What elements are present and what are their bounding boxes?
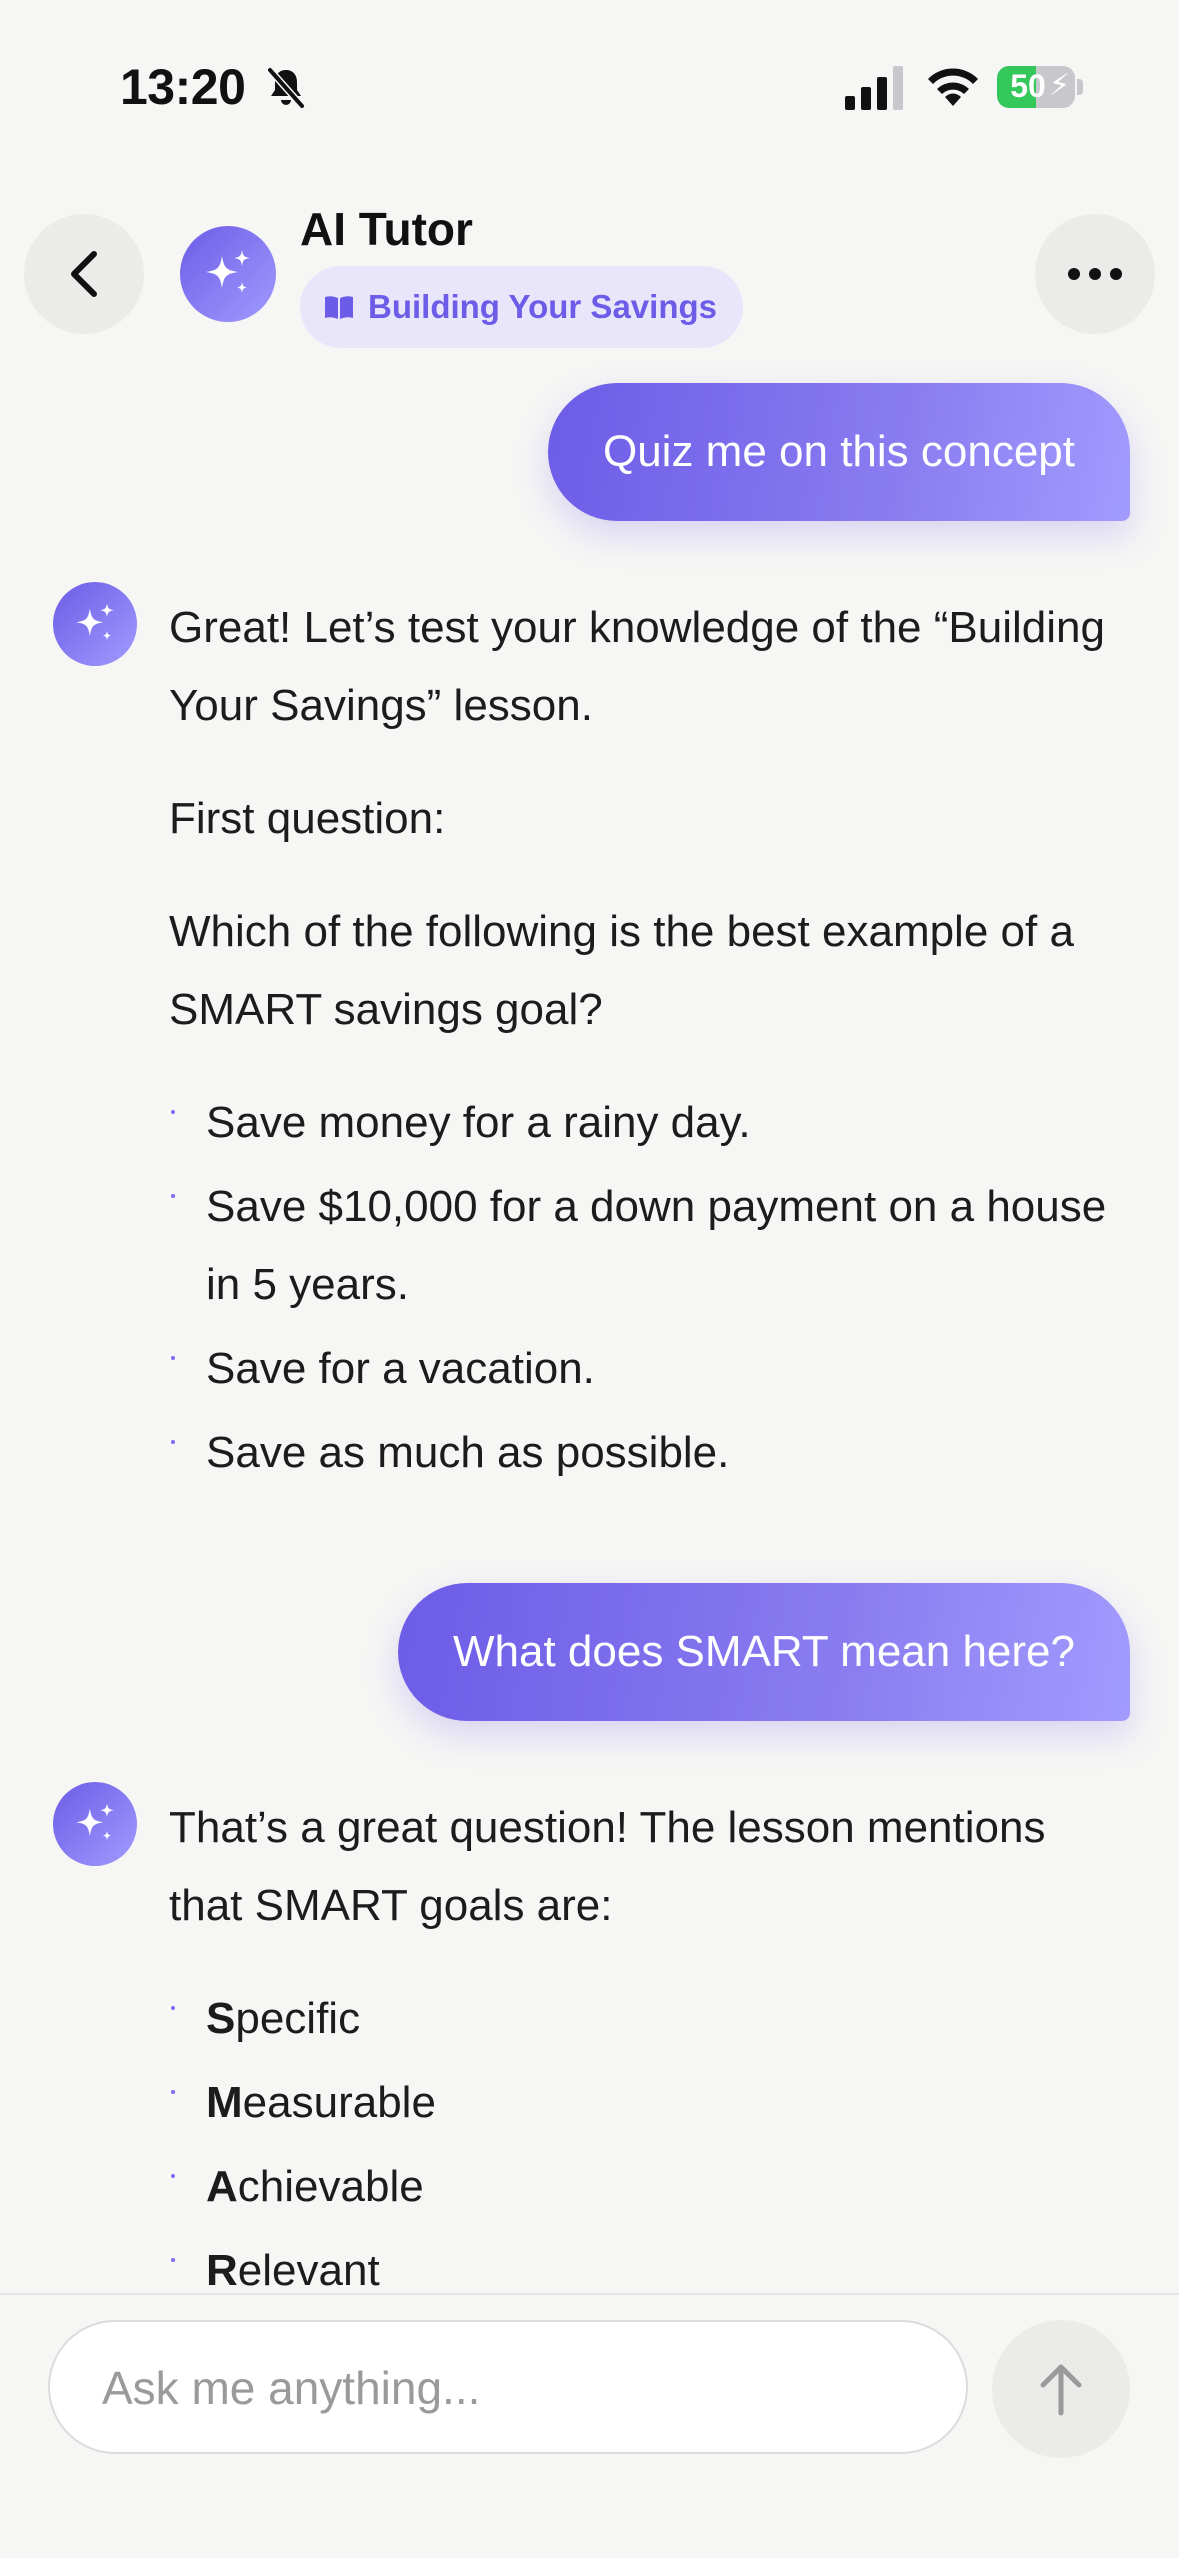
tutor-avatar [180,226,276,322]
answer-option: Save $10,000 for a down payment on a hou… [169,1168,1119,1324]
lesson-chip-label: Building Your Savings [368,288,717,325]
wifi-icon [928,68,978,106]
header-title: AI Tutor [300,203,473,255]
sparkles-icon [206,250,250,293]
smart-item: Specific [169,1980,1119,2058]
charging-bolt-icon: ⚡ [1049,69,1071,102]
ellipsis-icon [1068,268,1122,280]
smart-letter: R [206,2246,238,2295]
send-button[interactable] [992,2320,1130,2458]
user-message-bubble: Quiz me on this concept [547,383,1130,521]
smart-item: Achievable [169,2148,1119,2226]
sparkles-icon [76,603,114,641]
message-composer [0,2293,1179,2558]
ai-message-question-label: First question: [169,794,446,843]
more-options-button[interactable] [1035,214,1155,334]
smart-goals-list: Specific Measurable Achievable Relevant [169,1980,1119,2310]
answer-options-list: Save money for a rainy day. Save $10,000… [169,1084,1119,1492]
chevron-left-icon [71,251,97,297]
cellular-signal-icon [845,66,903,110]
smart-word-rest: easurable [242,2078,436,2127]
ai-avatar [53,582,137,666]
bell-muted-icon [267,67,305,109]
message-input-container[interactable] [48,2320,968,2454]
ai-avatar [53,1782,137,1866]
ai-message-question: Which of the following is the best examp… [169,907,1074,1034]
smart-letter: A [206,2162,238,2211]
user-message-text: Quiz me on this concept [602,427,1075,476]
ai-message: That’s a great question! The lesson ment… [169,1789,1119,2310]
smart-word-rest: pecific [235,1994,361,2043]
ai-message: Great! Let’s test your knowledge of the … [169,589,1119,1492]
lesson-chip[interactable]: Building Your Savings [300,266,743,348]
ai-message-intro: That’s a great question! The lesson ment… [169,1803,1046,1930]
smart-item: Measurable [169,2064,1119,2142]
sparkles-icon [76,1803,114,1841]
ai-message-intro: Great! Let’s test your knowledge of the … [169,603,1105,730]
battery-icon: 50 ⚡ [997,66,1083,108]
back-button[interactable] [24,214,144,334]
status-time: 13:20 [120,59,246,115]
book-icon [325,296,353,319]
smart-letter: M [206,2078,243,2127]
status-bar: 13:20 50 ⚡ [0,0,1179,170]
message-input[interactable] [100,2322,924,2454]
user-message-text: What does SMART mean here? [452,1627,1075,1676]
answer-option: Save money for a rainy day. [169,1084,1119,1162]
answer-option: Save for a vacation. [169,1330,1119,1408]
smart-word-rest: chievable [237,2162,424,2211]
answer-option: Save as much as possible. [169,1414,1119,1492]
arrow-up-icon [1040,2364,1082,2416]
user-message-bubble: What does SMART mean here? [397,1583,1130,1721]
smart-letter: S [206,1994,236,2043]
smart-word-rest: elevant [237,2246,380,2295]
